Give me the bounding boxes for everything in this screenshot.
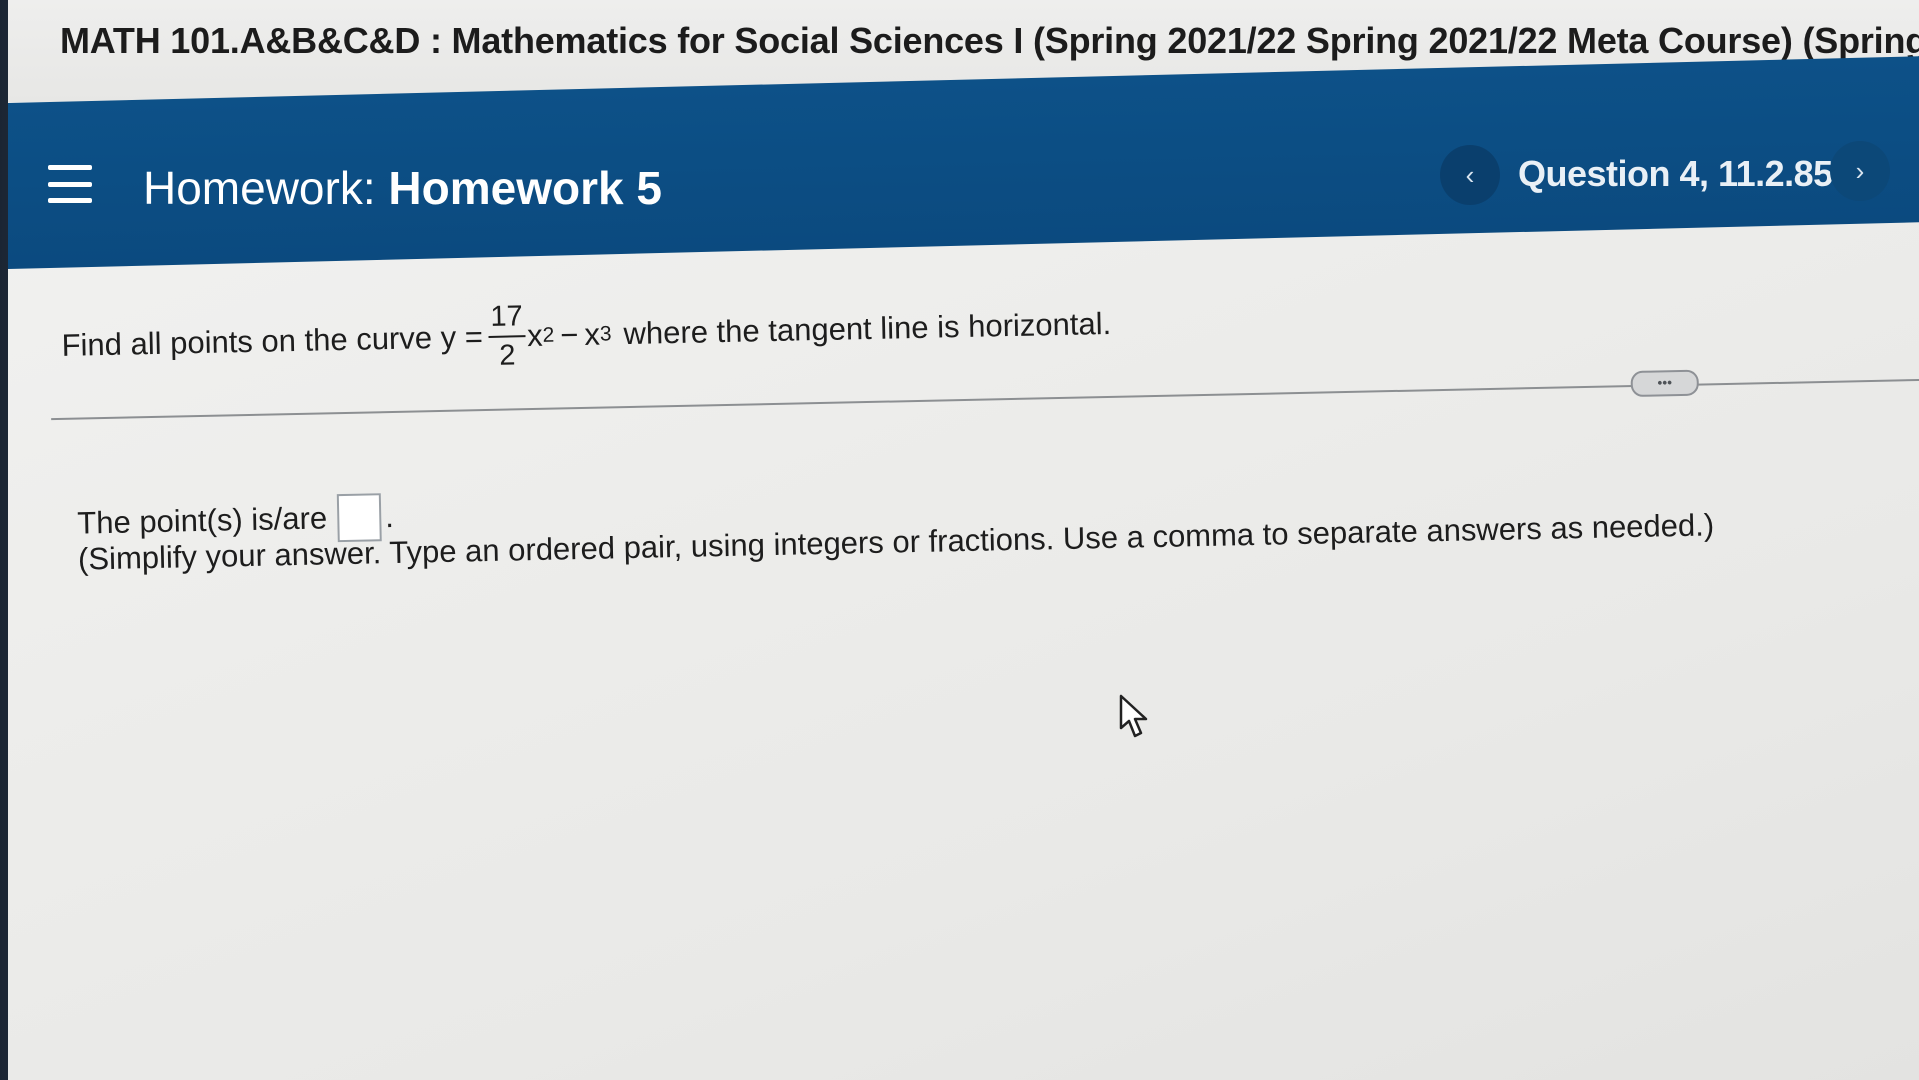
question-area: Find all points on the curve y = 17 2 x2… (8, 229, 1919, 1080)
problem-prefix: Find all points on the curve y = (61, 319, 484, 363)
next-question-button[interactable]: › (1830, 141, 1890, 201)
fraction-denominator: 2 (498, 339, 516, 372)
fraction: 17 2 (488, 300, 526, 372)
hamburger-menu-icon[interactable] (48, 165, 92, 203)
answer-prompt: The point(s) is/are (76, 500, 328, 541)
mouse-cursor-icon (1119, 694, 1148, 738)
term1-exponent: 2 (542, 323, 555, 347)
term2-exponent: 3 (599, 322, 612, 346)
course-title: MATH 101.A&B&C&D : Mathematics for Socia… (60, 20, 1919, 61)
more-options-button[interactable]: ••• (1630, 369, 1700, 398)
term2-variable: x (584, 316, 601, 352)
homework-name: Homework 5 (388, 162, 662, 214)
problem-statement: Find all points on the curve y = 17 2 x2… (61, 290, 1112, 380)
chevron-left-icon: ‹ (1465, 159, 1475, 190)
fraction-numerator: 17 (488, 300, 526, 338)
minus-sign: − (559, 317, 579, 353)
page: MATH 101.A&B&C&D : Mathematics for Socia… (8, 0, 1919, 1080)
previous-question-button[interactable]: ‹ (1440, 145, 1500, 205)
homework-title: Homework: Homework 5 (143, 161, 662, 215)
homework-label: Homework: (143, 162, 376, 214)
answer-period: . (384, 498, 395, 535)
chevron-right-icon: › (1855, 155, 1865, 186)
question-label: Question 4, 11.2.85 (1518, 153, 1833, 194)
problem-suffix: where the tangent line is horizontal. (623, 305, 1112, 352)
term1-variable: x (526, 317, 543, 354)
